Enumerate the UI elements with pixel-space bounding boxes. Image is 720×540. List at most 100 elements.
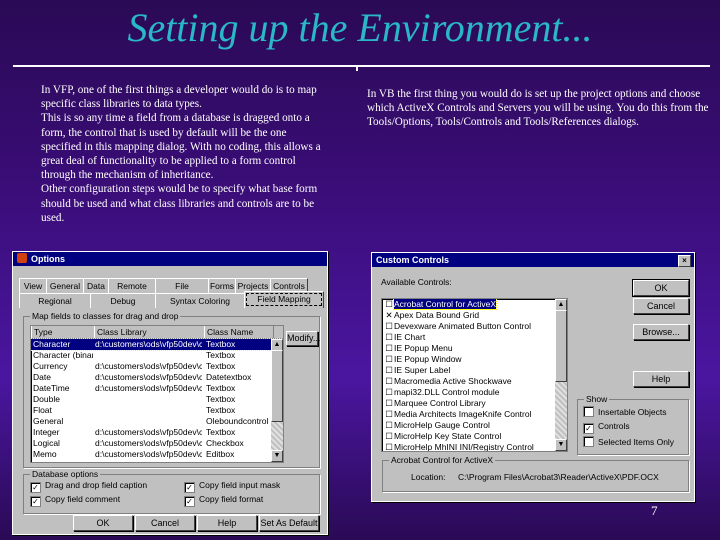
type-cell: Logical: [33, 438, 60, 448]
table-row[interactable]: General Oleboundcontrol: [31, 416, 283, 427]
db-option-checkbox[interactable]: ✓ Copy field comment: [30, 494, 120, 507]
ok-button[interactable]: OK: [632, 279, 690, 297]
table-row[interactable]: Logical d:\customers\ods\vfp50dev\cc Check…: [31, 438, 283, 449]
tab-data[interactable]: Data: [83, 278, 109, 293]
db-option-checkbox[interactable]: ✓ Drag and drop field caption: [30, 480, 147, 493]
options-help-button[interactable]: Help: [197, 515, 257, 531]
scroll-thumb[interactable]: [271, 350, 283, 422]
col-type[interactable]: Type: [31, 326, 95, 338]
vb-description: In VB the first thing you would do is se…: [367, 88, 709, 129]
checked-mark-icon[interactable]: ✕: [384, 310, 394, 321]
table-scrollbar[interactable]: ▲ ▼: [271, 339, 283, 462]
tab-file-locations[interactable]: File Locations: [155, 278, 209, 305]
tab-regional[interactable]: Regional: [19, 293, 91, 308]
table-row[interactable]: DateTime d:\customers\ods\vfp50dev\cc Text…: [31, 383, 283, 394]
control-label: IE Popup Window: [394, 354, 462, 364]
unchecked-mark-icon[interactable]: ☐: [384, 431, 394, 442]
type-cell: Character: [33, 339, 71, 349]
class-name-cell: Textbox: [206, 427, 236, 437]
control-list-item[interactable]: ☐Media Architects ImageKnife Control: [382, 409, 567, 420]
table-row[interactable]: Float Textbox: [31, 405, 283, 416]
class-name-cell: Oleboundcontrol: [206, 416, 269, 426]
scroll-down-button[interactable]: ▼: [271, 450, 283, 462]
control-list-item[interactable]: ☐Macromedia Active Shockwave: [382, 376, 567, 387]
type-cell: General: [33, 416, 64, 426]
unchecked-mark-icon[interactable]: ☐: [384, 387, 394, 398]
checkbox-icon[interactable]: ✓: [184, 482, 195, 493]
class-name-cell: Textbox: [206, 339, 236, 349]
table-row[interactable]: Date d:\customers\ods\vfp50dev\cc Datetext…: [31, 372, 283, 383]
unchecked-mark-icon[interactable]: ☐: [384, 365, 394, 376]
control-list-item[interactable]: ☐IE Chart: [382, 332, 567, 343]
tab-debug[interactable]: Debug: [90, 293, 156, 308]
checkbox-icon[interactable]: ✓: [184, 496, 195, 507]
unchecked-mark-icon[interactable]: ☐: [384, 354, 394, 365]
close-icon[interactable]: ×: [678, 255, 691, 267]
control-list-item[interactable]: ☐Devexware Animated Button Control: [382, 321, 567, 332]
control-list-item[interactable]: ✕Apex Data Bound Grid: [382, 310, 567, 321]
browse-button[interactable]: Browse...: [633, 324, 689, 340]
unchecked-mark-icon[interactable]: ☐: [384, 442, 394, 451]
type-cell: Double: [33, 394, 60, 404]
control-label: MicroHelp Gauge Control: [394, 420, 490, 430]
control-list-item[interactable]: ☐MicroHelp MhINI INI/Registry Control: [382, 442, 567, 451]
table-row[interactable]: Double Textbox: [31, 394, 283, 405]
checkbox-label: Copy field input mask: [199, 480, 281, 490]
control-list-item[interactable]: ☐IE Super Label: [382, 365, 567, 376]
unchecked-mark-icon[interactable]: ☐: [384, 398, 394, 409]
table-row[interactable]: Memo d:\customers\ods\vfp50dev\cc Editbox: [31, 449, 283, 460]
options-ok-button[interactable]: OK: [73, 515, 133, 531]
unchecked-mark-icon[interactable]: ☐: [384, 420, 394, 431]
unchecked-mark-icon[interactable]: ☐: [384, 332, 394, 343]
tab-forms[interactable]: Forms: [208, 278, 236, 293]
table-row[interactable]: Character (binary) Textbox: [31, 350, 283, 361]
checkbox-icon[interactable]: [583, 406, 594, 417]
available-controls-list[interactable]: ☐Acrobat Control for ActiveX ✕Apex Data B…: [381, 298, 568, 452]
tab-syntax-coloring[interactable]: Syntax Coloring: [155, 293, 245, 308]
unchecked-mark-icon[interactable]: ☐: [384, 343, 394, 354]
scroll-thumb[interactable]: [555, 310, 567, 382]
foxpro-icon: [17, 253, 27, 263]
checkbox-icon[interactable]: ✓: [30, 496, 41, 507]
table-row[interactable]: Integer d:\customers\ods\vfp50dev\cc Textb…: [31, 427, 283, 438]
type-cell: Float: [33, 405, 52, 415]
table-row[interactable]: Character d:\customers\ods\vfp50dev\cc Tex…: [31, 338, 283, 351]
unchecked-mark-icon[interactable]: ☐: [384, 299, 394, 310]
class-name-cell: Checkbox: [206, 438, 244, 448]
modify-button[interactable]: Modify...: [286, 331, 320, 346]
control-list-item[interactable]: ☐IE Popup Menu: [382, 343, 567, 354]
control-list-item[interactable]: ☐mapi32.DLL Control module: [382, 387, 567, 398]
unchecked-mark-icon[interactable]: ☐: [384, 376, 394, 387]
col-class-name[interactable]: Class Name: [204, 326, 274, 338]
checkbox-icon[interactable]: ✓: [30, 482, 41, 493]
control-list-item[interactable]: ☐IE Popup Window: [382, 354, 567, 365]
col-class-library[interactable]: Class Library: [94, 326, 205, 338]
field-mapping-table[interactable]: Type Class Library Class Name Character d…: [30, 325, 284, 463]
show-option-checkbox[interactable]: Insertable Objects: [583, 406, 667, 418]
checkbox-icon[interactable]: [583, 436, 594, 447]
show-option-checkbox[interactable]: Selected Items Only: [583, 436, 674, 448]
tab-view[interactable]: View: [19, 278, 47, 293]
table-row[interactable]: Currency d:\customers\ods\vfp50dev\cc Text…: [31, 361, 283, 372]
class-name-cell: Textbox: [206, 405, 236, 415]
control-list-item[interactable]: ☐Marquee Control Library: [382, 398, 567, 409]
unchecked-mark-icon[interactable]: ☐: [384, 409, 394, 420]
table-header: Type Class Library Class Name: [31, 326, 283, 339]
control-list-item[interactable]: ☐MicroHelp Gauge Control: [382, 420, 567, 431]
show-option-checkbox[interactable]: ✓ Controls: [583, 421, 630, 434]
cancel-button[interactable]: Cancel: [633, 298, 689, 314]
control-list-item[interactable]: ☐MicroHelp Key State Control: [382, 431, 567, 442]
db-option-checkbox[interactable]: ✓ Copy field format: [184, 494, 263, 507]
scroll-down-button[interactable]: ▼: [555, 439, 567, 451]
tab-field-mapping[interactable]: Field Mapping: [244, 291, 324, 308]
control-list-item[interactable]: ☐Acrobat Control for ActiveX: [382, 299, 567, 310]
db-option-checkbox[interactable]: ✓ Copy field input mask: [184, 480, 280, 493]
options-set-as-default-button[interactable]: Set As Default: [259, 515, 319, 531]
tab-general[interactable]: General: [46, 278, 84, 293]
checkbox-icon[interactable]: ✓: [583, 423, 594, 434]
unchecked-mark-icon[interactable]: ☐: [384, 321, 394, 332]
help-button[interactable]: Help: [633, 371, 689, 387]
controls-scrollbar[interactable]: ▲ ▼: [555, 299, 567, 451]
options-cancel-button[interactable]: Cancel: [135, 515, 195, 531]
tab-remote-data[interactable]: Remote Data: [108, 278, 156, 305]
